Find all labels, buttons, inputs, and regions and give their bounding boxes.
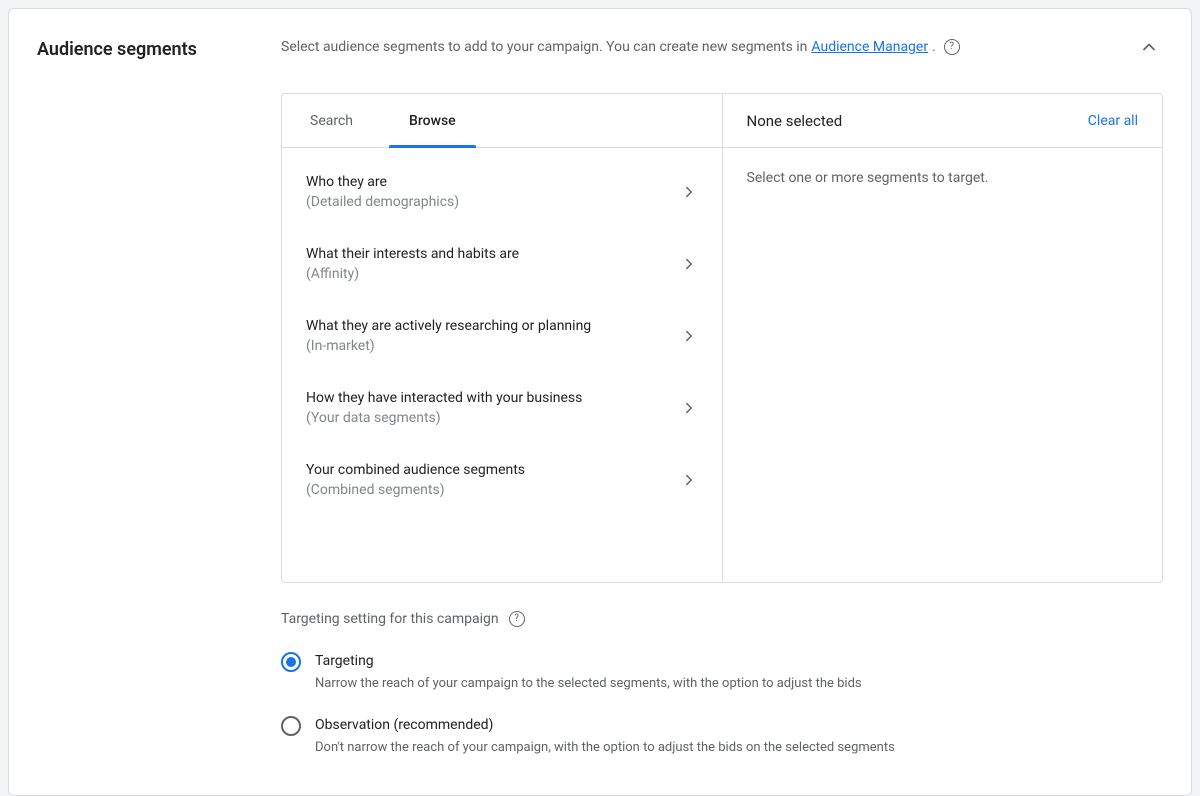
targeting-label: Targeting setting for this campaign bbox=[281, 611, 499, 627]
radio-description: Narrow the reach of your campaign to the… bbox=[315, 675, 862, 693]
browse-item-title: What they are actively researching or pl… bbox=[306, 316, 672, 336]
intro-text: Select audience segments to add to your … bbox=[281, 37, 807, 57]
radio-input[interactable] bbox=[281, 652, 301, 672]
browse-item-title: What their interests and habits are bbox=[306, 244, 672, 264]
browse-item-subtitle: (Detailed demographics) bbox=[306, 192, 672, 212]
radio-description: Don't narrow the reach of your campaign,… bbox=[315, 739, 895, 757]
radio-title: Targeting bbox=[315, 651, 862, 671]
chevron-right-icon bbox=[680, 471, 698, 489]
help-icon[interactable]: ? bbox=[509, 611, 525, 627]
chevron-right-icon bbox=[680, 399, 698, 417]
browse-item-subtitle: (Your data segments) bbox=[306, 408, 672, 428]
browse-item-subtitle: (Combined segments) bbox=[306, 480, 672, 500]
browse-panel: Search Browse Who they are (Detailed dem… bbox=[282, 94, 723, 582]
radio-targeting[interactable]: Targeting Narrow the reach of your campa… bbox=[281, 643, 1163, 707]
audience-segments-card: Audience segments Select audience segmen… bbox=[8, 8, 1192, 796]
browse-item-subtitle: (In-market) bbox=[306, 336, 672, 356]
intro-text-after: . bbox=[932, 37, 936, 57]
browse-item-title: Who they are bbox=[306, 172, 672, 192]
segment-panels: Search Browse Who they are (Detailed dem… bbox=[281, 93, 1163, 583]
browse-item-affinity[interactable]: What their interests and habits are (Aff… bbox=[282, 228, 722, 300]
clear-all-button[interactable]: Clear all bbox=[1088, 113, 1138, 129]
section-title: Audience segments bbox=[37, 33, 281, 60]
radio-input[interactable] bbox=[281, 716, 301, 736]
selected-empty-message: Select one or more segments to target. bbox=[723, 148, 1163, 208]
browse-item-title: Your combined audience segments bbox=[306, 460, 672, 480]
help-icon[interactable]: ? bbox=[944, 39, 960, 55]
chevron-right-icon bbox=[680, 255, 698, 273]
tab-search[interactable]: Search bbox=[282, 94, 381, 147]
chevron-right-icon bbox=[680, 327, 698, 345]
browse-item-in-market[interactable]: What they are actively researching or pl… bbox=[282, 300, 722, 372]
collapse-icon[interactable] bbox=[1135, 33, 1163, 61]
browse-item-demographics[interactable]: Who they are (Detailed demographics) bbox=[282, 156, 722, 228]
browse-item-combined[interactable]: Your combined audience segments (Combine… bbox=[282, 444, 722, 516]
selected-panel: None selected Clear all Select one or mo… bbox=[723, 94, 1163, 582]
tab-browse[interactable]: Browse bbox=[381, 94, 484, 147]
browse-item-subtitle: (Affinity) bbox=[306, 264, 672, 284]
browse-list: Who they are (Detailed demographics) Wha… bbox=[282, 148, 722, 524]
browse-item-title: How they have interacted with your busin… bbox=[306, 388, 672, 408]
tabs: Search Browse bbox=[282, 94, 722, 148]
targeting-section: Targeting setting for this campaign ? Ta… bbox=[281, 611, 1163, 771]
radio-title: Observation (recommended) bbox=[315, 715, 895, 735]
radio-observation[interactable]: Observation (recommended) Don't narrow t… bbox=[281, 707, 1163, 771]
browse-item-your-data[interactable]: How they have interacted with your busin… bbox=[282, 372, 722, 444]
audience-manager-link[interactable]: Audience Manager bbox=[811, 37, 928, 57]
selected-header: None selected bbox=[747, 112, 843, 130]
chevron-right-icon bbox=[680, 183, 698, 201]
